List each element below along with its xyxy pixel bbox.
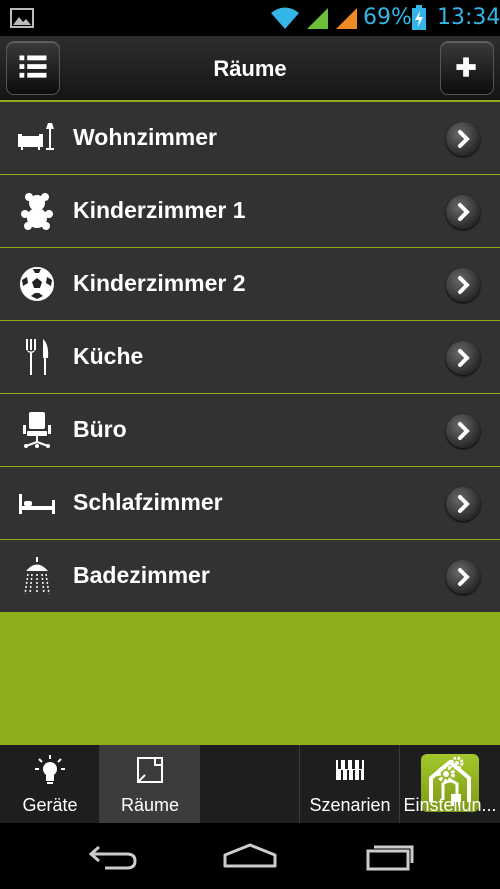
list-item-kinderzimmer-2[interactable]: Kinderzimmer 2 bbox=[0, 248, 500, 321]
shower-icon bbox=[24, 557, 50, 595]
chevron-right-icon[interactable] bbox=[446, 560, 480, 594]
clock: 13:34 bbox=[437, 5, 500, 30]
list-item-kinderzimmer-1[interactable]: Kinderzimmer 1 bbox=[0, 175, 500, 248]
plus-icon bbox=[456, 57, 476, 77]
back-icon[interactable] bbox=[87, 841, 143, 871]
signal-icon bbox=[307, 8, 328, 29]
system-nav-bar bbox=[0, 823, 500, 889]
tab-label: Räume bbox=[120, 795, 180, 815]
empty-area bbox=[0, 612, 500, 745]
home-icon[interactable] bbox=[222, 841, 278, 871]
list-item-schlafzimmer[interactable]: Schlafzimmer bbox=[0, 467, 500, 540]
fork-knife-icon bbox=[26, 339, 49, 375]
room-label: Badezimmer bbox=[73, 562, 210, 588]
office-chair-icon bbox=[23, 412, 51, 448]
chevron-right-icon[interactable] bbox=[446, 341, 480, 375]
signal-roaming-icon bbox=[336, 8, 357, 29]
room-label: Wohnzimmer bbox=[73, 124, 217, 150]
battery-charging-icon bbox=[412, 5, 426, 30]
wifi-icon bbox=[271, 7, 299, 29]
chevron-right-icon[interactable] bbox=[446, 122, 480, 156]
action-bar: Räume bbox=[0, 36, 500, 102]
list-item-wohnzimmer[interactable]: Wohnzimmer bbox=[0, 102, 500, 175]
chevron-right-icon[interactable] bbox=[446, 195, 480, 229]
room-label: Kinderzimmer 1 bbox=[73, 197, 246, 223]
list-item-badezimmer[interactable]: Badezimmer bbox=[0, 540, 500, 612]
room-list: Wohnzimmer Kinderzimmer 1 Kinderzimmer 2 bbox=[0, 102, 500, 612]
room-icon bbox=[137, 757, 163, 783]
recent-apps-icon[interactable] bbox=[362, 841, 418, 871]
tab-label: Szenarien bbox=[309, 795, 391, 815]
gears-icon bbox=[437, 756, 464, 783]
tab-raeume[interactable]: Räume bbox=[100, 745, 200, 823]
chevron-right-icon[interactable] bbox=[446, 487, 480, 521]
tab-bar: Geräte Räume Szenarien Einstellun... bbox=[0, 745, 500, 823]
tab-label: Einstellun... bbox=[403, 795, 497, 815]
tab-label: Geräte bbox=[22, 795, 78, 815]
teddy-bear-icon bbox=[21, 193, 53, 230]
soccer-ball-icon bbox=[20, 267, 54, 301]
light-bulb-icon bbox=[35, 755, 65, 784]
status-bar: 69% 13:34 bbox=[0, 0, 500, 36]
list-item-kueche[interactable]: Küche bbox=[0, 321, 500, 394]
tab-szenarien[interactable]: Szenarien bbox=[300, 745, 400, 823]
add-room-button[interactable] bbox=[440, 41, 494, 95]
room-label: Küche bbox=[73, 343, 144, 369]
chevron-right-icon[interactable] bbox=[446, 268, 480, 302]
chevron-right-icon[interactable] bbox=[446, 414, 480, 448]
battery-percent: 69% bbox=[363, 5, 412, 30]
list-item-buero[interactable]: Büro bbox=[0, 394, 500, 467]
tab-einstellungen[interactable]: Einstellun... bbox=[400, 745, 500, 823]
room-label: Schlafzimmer bbox=[73, 489, 223, 515]
page-title: Räume bbox=[213, 56, 287, 81]
sofa-lamp-icon bbox=[18, 123, 54, 150]
room-label: Kinderzimmer 2 bbox=[73, 270, 246, 296]
tab-home[interactable] bbox=[200, 745, 479, 823]
tab-geraete[interactable]: Geräte bbox=[0, 745, 100, 823]
bed-icon bbox=[19, 494, 55, 514]
room-label: Büro bbox=[73, 416, 127, 442]
scenes-keyboard-icon bbox=[336, 760, 364, 780]
image-icon bbox=[10, 8, 34, 28]
